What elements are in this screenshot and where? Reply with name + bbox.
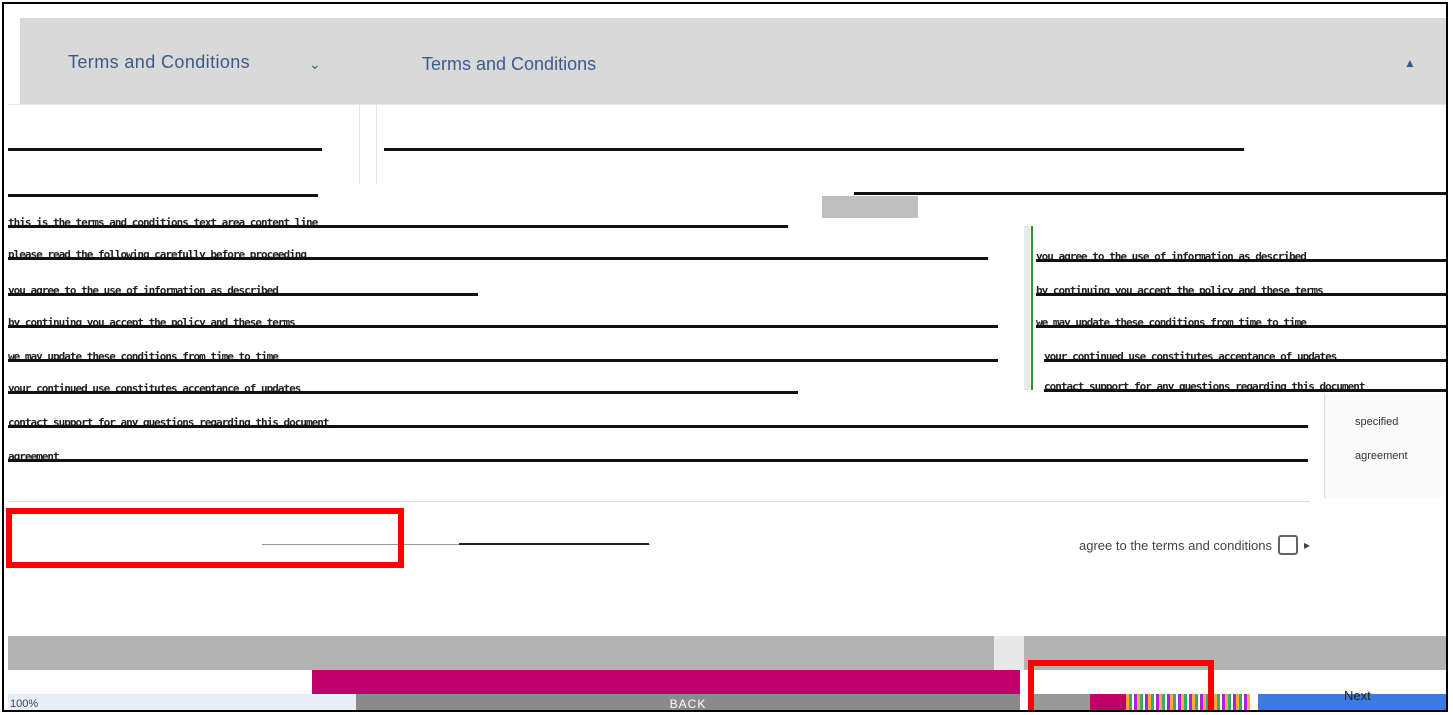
- side-panel-line: specified: [1355, 416, 1399, 428]
- highlight-box: [6, 508, 404, 568]
- terms-line: agreement: [8, 450, 1308, 462]
- terms-title-right: Terms and Conditions: [422, 54, 597, 74]
- scrollbar-thumb[interactable]: [994, 636, 1024, 670]
- terms-content: this is the terms and conditions text ar…: [8, 190, 1008, 394]
- cursor-icon: ▸: [1303, 538, 1310, 552]
- agree-label: agree to the terms and conditions: [1079, 537, 1272, 553]
- back-button[interactable]: BACK: [356, 694, 1020, 710]
- caret-up-icon[interactable]: ▲: [1404, 56, 1416, 70]
- agree-row[interactable]: agree to the terms and conditions ▸: [1079, 534, 1310, 556]
- side-panel-line: agreement: [1355, 450, 1408, 462]
- terms-line-right: your continued use constitutes acceptanc…: [1044, 350, 1446, 362]
- terms-line: your continued use constitutes acceptanc…: [8, 382, 798, 394]
- terms-line: contact support for any questions regard…: [8, 416, 1308, 428]
- next-label[interactable]: Next: [1344, 688, 1371, 703]
- divider: [8, 148, 322, 151]
- agree-checkbox[interactable]: [1277, 535, 1298, 555]
- divider: [8, 104, 1446, 105]
- terms-line: please read the following carefully befo…: [8, 248, 988, 260]
- chevron-down-icon[interactable]: ⌄: [309, 56, 321, 73]
- divider: [359, 104, 360, 184]
- terms-line: this is the terms and conditions text ar…: [8, 216, 788, 228]
- terms-continued: contact support for any questions regard…: [8, 394, 1310, 502]
- scrollbar-track[interactable]: [1024, 226, 1030, 390]
- terms-line: we may update these conditions from time…: [8, 350, 998, 362]
- terms-line-right: we may update these conditions from time…: [1036, 316, 1446, 328]
- terms-line-right: you agree to the use of information as d…: [1036, 250, 1446, 262]
- app-window: Terms and Conditions ⌄ Terms and Conditi…: [2, 2, 1448, 712]
- terms-line-right: by continuing you accept the policy and …: [1036, 284, 1446, 296]
- progress-bar: [312, 670, 1020, 694]
- terms-line: by continuing you accept the policy and …: [8, 316, 998, 328]
- highlight-box: [1028, 660, 1214, 710]
- divider: [376, 104, 377, 184]
- divider: [459, 543, 649, 545]
- focus-indicator: [1031, 226, 1033, 390]
- terms-title-left: Terms and Conditions: [68, 52, 251, 72]
- side-panel: specified agreement: [1324, 394, 1446, 498]
- footer-bar: [8, 636, 1446, 670]
- terms-line: you agree to the use of information as d…: [8, 284, 478, 296]
- zoom-indicator: 100%: [8, 694, 356, 710]
- divider: [384, 148, 1244, 151]
- terms-line-right: contact support for any questions regard…: [1044, 380, 1446, 392]
